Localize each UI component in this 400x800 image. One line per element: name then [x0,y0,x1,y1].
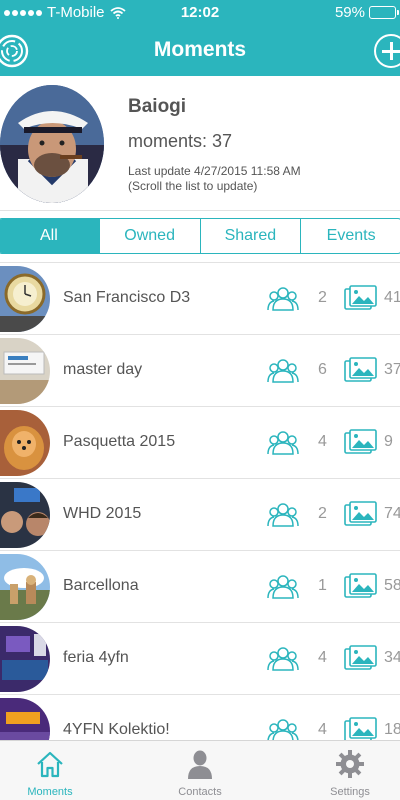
people-count: 4 [318,649,327,666]
list-item[interactable]: master day 6 37 [0,335,400,407]
avatar[interactable] [0,85,104,203]
tabbar-label-contacts: Contacts [178,786,222,798]
battery-icon [369,6,399,19]
tabbar-label-moments: Moments [27,786,73,798]
list-item[interactable]: 4YFN Kolektio! 4 184 [0,695,400,740]
list-item[interactable]: WHD 2015 2 74 [0,479,400,551]
moments-count: moments: 37 [128,131,233,151]
moment-thumbnail [0,338,50,404]
filter-tabs-container: All Owned Shared Events [0,210,400,262]
tab-events[interactable]: Events [300,219,400,253]
people-count: 2 [318,505,327,522]
people-icon [267,359,299,383]
moment-thumbnail [0,626,50,692]
profile-header: Baiogi moments: 37 Last update 4/27/2015… [0,76,400,210]
people-icon [267,647,299,671]
bottom-tab-bar: Moments Contacts Settings [0,740,400,800]
gear-icon [336,750,364,778]
page-title: Moments [153,38,247,61]
list-item[interactable]: Pasquetta 2015 4 9 [0,407,400,479]
moment-thumbnail [0,266,50,332]
people-count: 4 [318,433,327,450]
photos-icon [344,501,377,526]
list-item[interactable]: Barcellona 1 58 [0,551,400,623]
person-icon [188,750,212,779]
moment-thumbnail [0,698,50,740]
tabbar-contacts[interactable]: Contacts [150,741,250,800]
photo-count: 9 [384,433,393,450]
profile-name: Baiogi [128,96,187,117]
moment-title: Barcellona [63,577,139,594]
photos-icon [344,645,377,670]
people-icon [267,575,299,599]
photo-count: 41 [384,289,400,306]
scroll-hint-text: (Scroll the list to update) [128,179,258,193]
people-count: 2 [318,289,327,306]
moment-title: 4YFN Kolektio! [63,721,170,738]
moment-title: San Francisco D3 [63,289,191,306]
photos-icon [344,285,377,310]
moment-title: Pasquetta 2015 [63,433,176,450]
tab-all[interactable]: All [0,219,99,253]
photos-icon [344,429,377,454]
list-item[interactable]: feria 4yfn 4 34 [0,623,400,695]
status-bar: T-Mobile 12:02 59% [0,0,400,26]
photos-icon [344,357,377,382]
tab-owned[interactable]: Owned [98,219,200,253]
moment-title: master day [63,361,143,378]
battery-status: 59% [334,4,399,21]
photo-count: 184 [384,721,400,738]
moment-title: feria 4yfn [63,649,129,666]
people-count: 1 [318,577,327,594]
tabbar-settings[interactable]: Settings [300,741,400,800]
photo-count: 37 [384,361,400,378]
moment-thumbnail [0,482,50,548]
people-count: 4 [318,721,327,738]
list-item[interactable]: San Francisco D3 2 41 [0,263,400,335]
people-icon [267,719,299,740]
photos-icon [344,573,377,598]
tabbar-moments[interactable]: Moments [0,741,100,800]
moments-list[interactable]: San Francisco D3 2 41 master day 6 37 [0,262,400,740]
last-update-text: Last update 4/27/2015 11:58 AM [128,164,301,178]
people-icon [267,431,299,455]
moment-thumbnail [0,410,50,476]
tab-shared[interactable]: Shared [199,219,301,253]
add-moment-button[interactable] [374,34,400,68]
battery-percent: 59% [334,4,365,21]
photos-icon [344,717,377,740]
people-icon [267,503,299,527]
moment-thumbnail [0,554,50,620]
people-count: 6 [318,361,327,378]
people-icon [267,287,299,311]
photo-count: 34 [384,649,400,666]
moment-title: WHD 2015 [63,505,142,522]
photo-count: 58 [384,577,400,594]
tabbar-label-settings: Settings [330,786,370,798]
photo-count: 74 [384,505,400,522]
navigation-bar: Moments [0,26,400,76]
filter-tabs: All Owned Shared Events [0,218,400,254]
home-icon [37,751,63,778]
